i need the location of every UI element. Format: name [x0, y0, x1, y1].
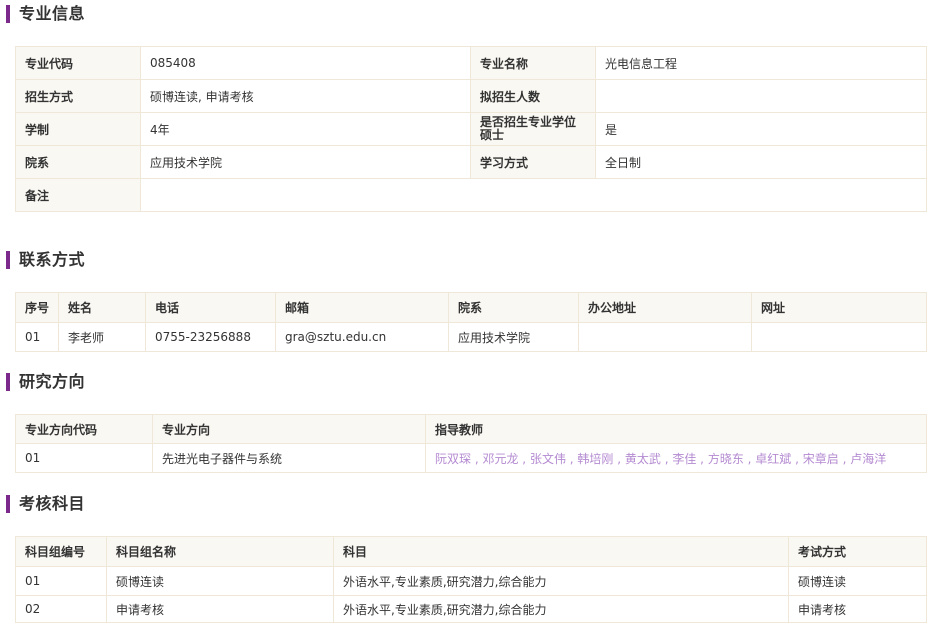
- table-cell: 申请考核: [106, 595, 334, 623]
- table-cell: [751, 322, 927, 352]
- teacher-link[interactable]: 张文伟: [530, 452, 566, 466]
- info-value: 光电信息工程: [595, 46, 927, 80]
- teacher-separator: ,: [791, 451, 803, 466]
- table-cell: 硕博连读: [788, 566, 927, 596]
- research-table: 专业方向代码 专业方向 指导教师 01 先进光电子器件与系统 阮双琛 , 邓元龙…: [15, 414, 927, 473]
- table-header-row: 科目组编号 科目组名称 科目 考试方式: [15, 536, 927, 567]
- table-header-row: 序号 姓名 电话 邮箱 院系 办公地址 网址: [15, 292, 927, 323]
- teacher-link[interactable]: 邓元龙: [482, 452, 518, 466]
- column-header: 邮箱: [275, 292, 449, 323]
- info-value: 硕博连读, 申请考核: [140, 79, 471, 113]
- table-cell: 外语水平,专业素质,研究潜力,综合能力: [333, 566, 789, 596]
- info-key: 备注: [15, 178, 141, 212]
- teacher-separator: ,: [565, 451, 578, 466]
- column-header: 科目组名称: [106, 536, 334, 567]
- info-key: 学制: [15, 112, 141, 146]
- teacher-separator: ,: [696, 451, 708, 466]
- exam-subjects-table: 科目组编号 科目组名称 科目 考试方式 01 硕博连读 外语水平,专业素质,研究…: [15, 536, 927, 623]
- info-value: 应用技术学院: [140, 145, 471, 179]
- table-cell: [578, 322, 752, 352]
- section-accent-bar: [6, 373, 10, 391]
- info-row: 院系 应用技术学院 学习方式 全日制: [15, 145, 927, 179]
- teacher-separator: ,: [838, 451, 851, 466]
- table-cell: 02: [15, 595, 107, 623]
- section-title-exam: 考核科目: [6, 494, 85, 514]
- teacher-separator: ,: [660, 451, 673, 466]
- teacher-separator: ,: [743, 451, 756, 466]
- column-header: 姓名: [58, 292, 146, 323]
- info-key: 专业名称: [470, 46, 596, 80]
- info-key: 学习方式: [470, 145, 596, 179]
- info-value: 是: [595, 112, 927, 146]
- info-key: 拟招生人数: [470, 79, 596, 113]
- section-title-text: 联系方式: [19, 250, 86, 269]
- teacher-link[interactable]: 宋章启: [803, 452, 839, 466]
- table-cell: 应用技术学院: [448, 322, 579, 352]
- teacher-list: 阮双琛 , 邓元龙 , 张文伟 , 韩培刚 , 黄太武 , 李佳 , 方晓东 ,…: [425, 443, 927, 473]
- table-cell: gra@sztu.edu.cn: [275, 322, 449, 352]
- teacher-separator: ,: [613, 451, 625, 466]
- section-accent-bar: [6, 5, 10, 23]
- table-cell: 01: [15, 322, 59, 352]
- info-row: 招生方式 硕博连读, 申请考核 拟招生人数: [15, 79, 927, 113]
- info-key: 招生方式: [15, 79, 141, 113]
- teacher-separator: ,: [518, 451, 530, 466]
- column-header: 网址: [751, 292, 927, 323]
- info-key: 是否招生专业学位硕士: [470, 112, 596, 146]
- info-value: 全日制: [595, 145, 927, 179]
- table-row: 01 李老师 0755-23256888 gra@sztu.edu.cn 应用技…: [15, 322, 927, 352]
- major-info-table: 专业代码 085408 专业名称 光电信息工程 招生方式 硕博连读, 申请考核 …: [15, 46, 927, 212]
- info-value: [140, 178, 927, 212]
- column-header: 电话: [145, 292, 276, 323]
- table-cell: 01: [15, 566, 107, 596]
- column-header: 专业方向代码: [15, 414, 153, 444]
- contact-table: 序号 姓名 电话 邮箱 院系 办公地址 网址 01 李老师 0755-23256…: [15, 292, 927, 352]
- column-header: 办公地址: [578, 292, 752, 323]
- section-accent-bar: [6, 495, 10, 513]
- section-title-text: 研究方向: [19, 372, 86, 391]
- info-row: 备注: [15, 178, 927, 212]
- column-header: 指导教师: [425, 414, 927, 444]
- info-row: 专业代码 085408 专业名称 光电信息工程: [15, 46, 927, 80]
- table-cell: 先进光电子器件与系统: [152, 443, 426, 473]
- teacher-link[interactable]: 方晓东: [708, 452, 744, 466]
- table-cell: 外语水平,专业素质,研究潜力,综合能力: [333, 595, 789, 623]
- column-header: 序号: [15, 292, 59, 323]
- info-value: [595, 79, 927, 113]
- info-row: 学制 4年 是否招生专业学位硕士 是: [15, 112, 927, 146]
- section-title-info: 专业信息: [6, 4, 85, 24]
- section-title-text: 考核科目: [19, 494, 86, 513]
- table-row: 01 硕博连读 外语水平,专业素质,研究潜力,综合能力 硕博连读: [15, 566, 927, 596]
- section-title-text: 专业信息: [19, 4, 86, 23]
- teacher-link[interactable]: 李佳: [672, 452, 696, 466]
- section-accent-bar: [6, 251, 10, 269]
- table-row: 02 申请考核 外语水平,专业素质,研究潜力,综合能力 申请考核: [15, 595, 927, 623]
- info-key: 院系: [15, 145, 141, 179]
- table-cell: 李老师: [58, 322, 146, 352]
- teacher-link[interactable]: 卓红斌: [755, 452, 791, 466]
- teacher-link[interactable]: 卢海洋: [850, 452, 886, 466]
- teacher-separator: ,: [471, 451, 483, 466]
- table-cell: 01: [15, 443, 153, 473]
- column-header: 科目组编号: [15, 536, 107, 567]
- section-title-research: 研究方向: [6, 372, 85, 392]
- table-cell: 0755-23256888: [145, 322, 276, 352]
- teacher-link[interactable]: 阮双琛: [435, 452, 471, 466]
- info-value: 4年: [140, 112, 471, 146]
- teacher-link[interactable]: 韩培刚: [577, 452, 613, 466]
- column-header: 专业方向: [152, 414, 426, 444]
- table-cell: 硕博连读: [106, 566, 334, 596]
- table-cell: 申请考核: [788, 595, 927, 623]
- column-header: 院系: [448, 292, 579, 323]
- section-title-contact: 联系方式: [6, 250, 85, 270]
- teacher-link[interactable]: 黄太武: [625, 452, 661, 466]
- table-row: 01 先进光电子器件与系统 阮双琛 , 邓元龙 , 张文伟 , 韩培刚 , 黄太…: [15, 443, 927, 473]
- column-header: 科目: [333, 536, 789, 567]
- info-key: 专业代码: [15, 46, 141, 80]
- column-header: 考试方式: [788, 536, 927, 567]
- info-value: 085408: [140, 46, 471, 80]
- table-header-row: 专业方向代码 专业方向 指导教师: [15, 414, 927, 444]
